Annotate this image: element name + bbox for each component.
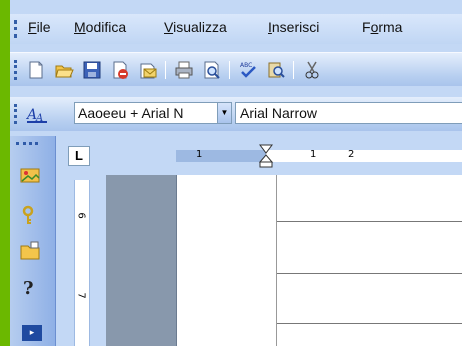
open-folder-icon[interactable] <box>54 60 74 80</box>
menu-formato-label-b: rma <box>378 19 403 35</box>
menu-modifica-label: odifica <box>85 19 127 35</box>
menu-bar: File Modifica Visualizza Inserisci Forma <box>10 14 462 44</box>
print-icon[interactable] <box>174 60 194 80</box>
key-icon[interactable] <box>19 204 41 226</box>
left-task-pane: ? ▸ <box>10 136 56 346</box>
table-row-line <box>277 221 462 222</box>
tab-selector[interactable]: L <box>68 146 90 166</box>
menu-inserisci-label: nserisci <box>271 19 320 35</box>
ruler-text-area <box>266 150 462 162</box>
toolbar-separator <box>165 61 166 79</box>
document-page[interactable] <box>176 175 462 346</box>
print-preview-icon[interactable] <box>202 60 222 80</box>
table-row-line <box>277 273 462 274</box>
save-icon[interactable] <box>82 60 102 80</box>
ruler-left-margin <box>176 150 266 162</box>
toolbar-separator <box>293 61 294 79</box>
menu-visualizza[interactable]: Visualizza <box>164 19 227 35</box>
indent-marker-icon[interactable] <box>258 144 274 168</box>
vruler-number: 7 <box>75 292 87 299</box>
styles-formatting-icon[interactable]: A A <box>26 104 48 124</box>
table-row-line <box>277 323 462 324</box>
folder-icon[interactable] <box>19 240 41 262</box>
toolbar-separator <box>229 61 230 79</box>
formatting-toolbar: A A Aaoeeu + Arial N ▼ Arial Narrow <box>10 97 462 131</box>
cut-icon[interactable] <box>302 60 322 80</box>
help-icon[interactable]: ? <box>19 276 41 298</box>
table-border <box>276 175 277 346</box>
spelling-icon[interactable]: ABC <box>238 60 258 80</box>
menu-bar-grip[interactable] <box>14 20 17 38</box>
menu-formato[interactable]: Forma <box>362 19 402 35</box>
horizontal-ruler[interactable]: 1 1 2 <box>106 144 462 168</box>
vruler-number: 6 <box>75 212 87 219</box>
more-icon[interactable]: ▸ <box>22 325 42 341</box>
permission-icon[interactable] <box>110 60 130 80</box>
style-dropdown-value: Aaoeeu + Arial N <box>78 105 184 121</box>
email-icon[interactable] <box>138 60 158 80</box>
font-dropdown-value: Arial Narrow <box>240 105 318 121</box>
menu-inserisci[interactable]: Inserisci <box>268 19 319 35</box>
menu-modifica[interactable]: Modifica <box>74 19 126 35</box>
formatting-toolbar-grip[interactable] <box>14 104 17 124</box>
document-margin <box>106 175 176 346</box>
menu-visualizza-accel: V <box>164 19 174 35</box>
menu-file[interactable]: File <box>28 19 51 35</box>
ruler-number: 1 <box>310 149 317 160</box>
ruler-number: 2 <box>348 149 355 160</box>
word-window: File Modifica Visualizza Inserisci Forma… <box>10 0 462 346</box>
svg-text:?: ? <box>23 278 34 298</box>
standard-toolbar: ABC <box>10 52 462 86</box>
svg-text:ABC: ABC <box>240 62 252 69</box>
menu-file-accel: F <box>28 19 37 35</box>
menu-formato-label-a: F <box>362 19 371 35</box>
chevron-down-icon[interactable]: ▼ <box>217 103 231 123</box>
toolbar-grip[interactable] <box>14 60 17 80</box>
vertical-ruler[interactable]: 6 7 <box>74 180 90 346</box>
new-document-icon[interactable] <box>26 60 46 80</box>
font-dropdown[interactable]: Arial Narrow <box>235 102 462 124</box>
menu-visualizza-label: isualizza <box>173 19 227 35</box>
menu-file-label: ile <box>36 19 51 35</box>
style-dropdown[interactable]: Aaoeeu + Arial N ▼ <box>74 102 232 124</box>
add-clip-icon[interactable] <box>19 164 41 186</box>
menu-modifica-accel: M <box>74 19 86 35</box>
research-icon[interactable] <box>266 60 286 80</box>
ruler-number: 1 <box>196 149 203 160</box>
pane-grip[interactable] <box>16 142 38 145</box>
